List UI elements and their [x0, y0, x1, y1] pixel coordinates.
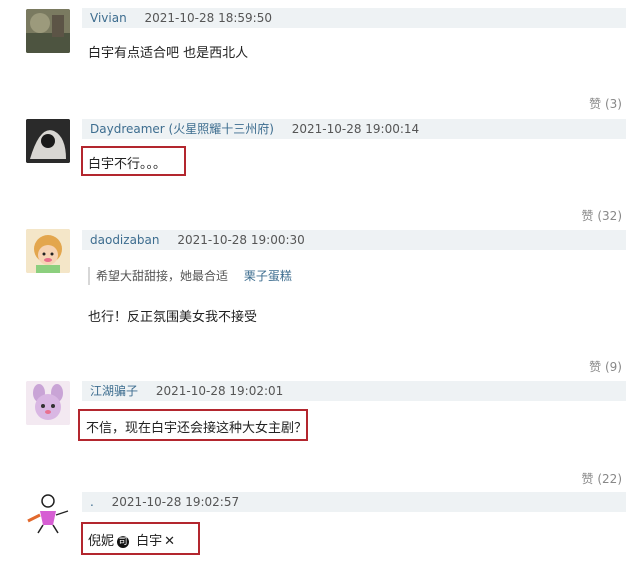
- comment-time: 2021-10-28 18:59:50: [144, 11, 272, 25]
- avatar-cartoon-icon: [26, 229, 70, 273]
- like-button[interactable]: 赞 (22): [582, 470, 622, 487]
- comment-text: 不信，现在白宇还会接这种大女主剧？: [86, 421, 308, 436]
- comment-header: Daydreamer (火星照耀十三州府) 2021-10-28 19:00:1…: [82, 119, 626, 139]
- comment-text: 白宇有点适合吧 也是西北人: [88, 46, 249, 61]
- avatar[interactable]: [26, 381, 70, 425]
- comment-text-part: 倪妮: [88, 534, 115, 549]
- username-link[interactable]: 江湖骗子: [90, 384, 138, 398]
- avatar[interactable]: [26, 229, 70, 273]
- comment-time: 2021-10-28 19:02:01: [155, 384, 284, 398]
- comment-time: 2021-10-28 19:00:30: [177, 233, 305, 247]
- comment-time: 2021-10-28 19:02:57: [111, 495, 240, 509]
- username-link[interactable]: Daydreamer (火星照耀十三州府): [90, 122, 274, 136]
- username-link[interactable]: .: [90, 495, 94, 509]
- username-link[interactable]: daodizaban: [90, 233, 160, 247]
- like-button[interactable]: 赞 (9): [589, 358, 622, 375]
- comment-text: 白宇不行。。。: [88, 157, 167, 172]
- quote-text: 希望大甜甜接，她最合适: [96, 269, 229, 283]
- quote-author-link[interactable]: 栗子蛋糕: [244, 269, 292, 283]
- avatar-stickman-icon: [26, 491, 70, 535]
- avatar[interactable]: [26, 119, 70, 163]
- comment-header: . 2021-10-28 19:02:57: [82, 492, 626, 512]
- avatar[interactable]: [26, 9, 70, 53]
- avatar-photo-icon: [26, 9, 70, 53]
- avatar[interactable]: [26, 491, 70, 535]
- comment-text: 也行！反正氛围美女我不接受: [88, 310, 258, 325]
- comment-time: 2021-10-28 19:00:14: [291, 122, 420, 136]
- comment-text: 倪妮司 白宇 ✕: [88, 530, 175, 549]
- avatar-photo-icon: [26, 119, 70, 163]
- comment-header: daodizaban 2021-10-28 19:00:30: [82, 230, 626, 250]
- username-link[interactable]: Vivian: [90, 11, 127, 25]
- like-button[interactable]: 赞 (3): [589, 95, 622, 112]
- comment-text-part: 白宇: [132, 534, 163, 549]
- like-button[interactable]: 赞 (32): [582, 207, 622, 224]
- comment-header: Vivian 2021-10-28 18:59:50: [82, 8, 626, 28]
- comment-header: 江湖骗子 2021-10-28 19:02:01: [82, 381, 626, 401]
- cross-icon: ✕: [164, 534, 176, 549]
- avatar-cartoon-icon: [26, 381, 70, 425]
- quoted-reply: 希望大甜甜接，她最合适 栗子蛋糕: [88, 267, 292, 285]
- circled-badge-icon: 司: [117, 536, 130, 548]
